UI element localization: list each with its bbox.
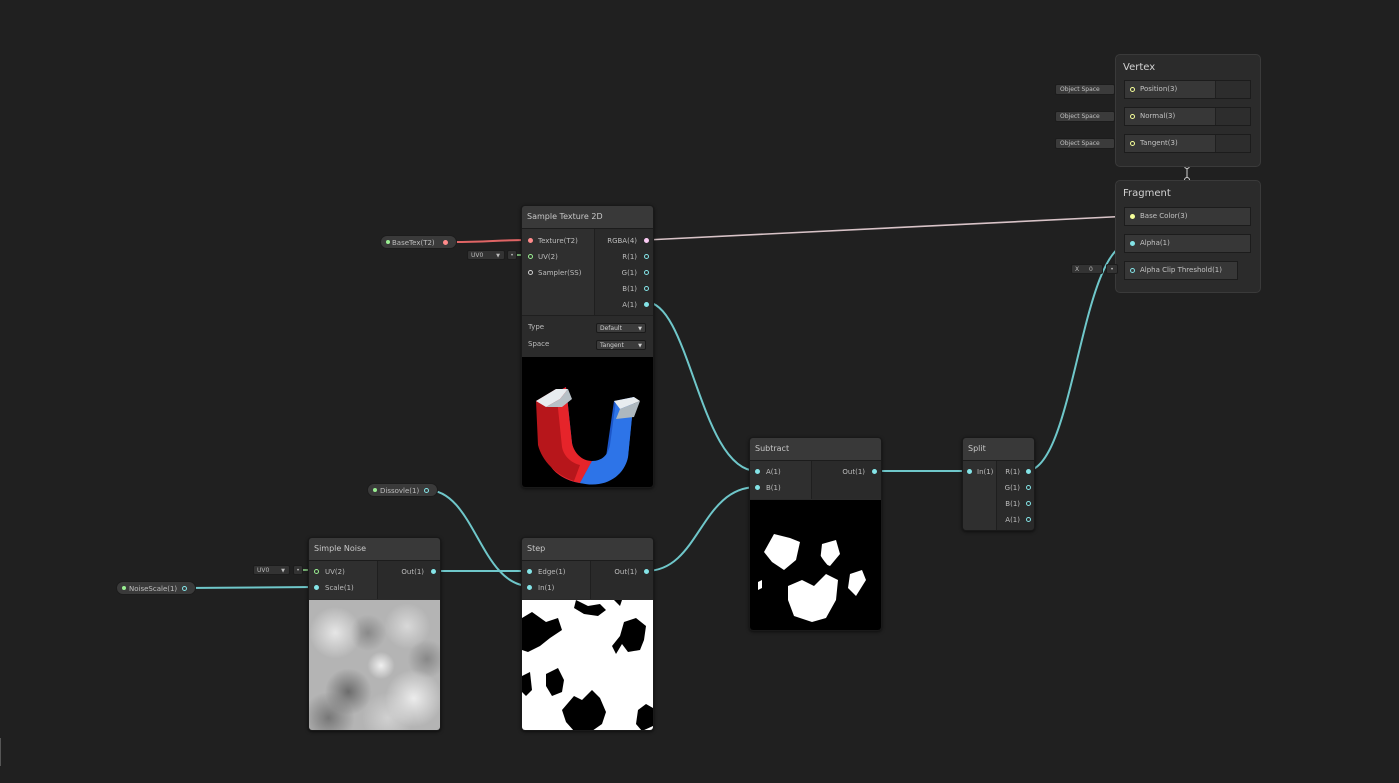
b-output-port[interactable]: B(1) <box>595 283 653 295</box>
split-node[interactable]: Split In(1) R(1) G(1) B(1) A(1) <box>962 437 1035 531</box>
noise-uv-channel-dropdown[interactable]: UV0 ▼ <box>253 565 290 575</box>
space-dropdown[interactable]: Tangent ▼ <box>596 340 646 350</box>
tangent-space-field[interactable]: Object Space <box>1055 138 1115 149</box>
subtract-node[interactable]: Subtract A(1) B(1) Out(1) <box>749 437 882 631</box>
position-label: Position(3) <box>1140 85 1178 93</box>
vertex-context[interactable]: Vertex Position(3) Normal(3) Tangent(3) <box>1115 54 1261 167</box>
fragment-context[interactable]: Fragment Base Color(3) Alpha(1) Alpha Cl… <box>1115 180 1261 293</box>
position-space-field[interactable]: Object Space <box>1055 84 1115 95</box>
alpha-clip-threshold-field[interactable]: X 0 <box>1071 264 1103 274</box>
dissolve-output-port[interactable] <box>424 487 429 493</box>
alpha-port[interactable] <box>1130 241 1135 246</box>
tangent-port[interactable] <box>1130 141 1135 146</box>
wire-rgba-basecolor <box>645 215 1132 241</box>
basetex-property[interactable]: BaseTex(T2) <box>380 235 457 249</box>
fragment-title: Fragment <box>1123 188 1171 199</box>
subtract-preview <box>750 500 881 630</box>
base-color-label: Base Color(3) <box>1140 212 1188 220</box>
normal-label: Normal(3) <box>1140 112 1176 120</box>
split-a-port[interactable]: A(1) <box>997 514 1034 526</box>
split-in-port[interactable]: In(1) <box>963 466 996 478</box>
step-preview <box>522 600 653 730</box>
normal-port[interactable] <box>1130 114 1135 119</box>
uv-input-port[interactable]: UV(2) <box>522 251 594 263</box>
r-output-port[interactable]: R(1) <box>595 251 653 263</box>
dissolve-property[interactable]: Dissovle(1) <box>367 483 438 497</box>
step-out-port[interactable]: Out(1) <box>591 566 653 578</box>
tangent-slot[interactable]: Tangent(3) <box>1124 134 1251 153</box>
subtract-a-input-port[interactable]: A(1) <box>750 466 811 478</box>
step-edge-input-port[interactable]: Edge(1) <box>522 566 590 578</box>
wire-step-subtract <box>645 486 758 572</box>
alpha-clip-label: Alpha Clip Threshold(1) <box>1140 266 1222 274</box>
position-slot[interactable]: Position(3) <box>1124 80 1251 99</box>
type-dropdown[interactable]: Default ▼ <box>596 323 646 333</box>
noise-uv-input-port[interactable]: UV(2) <box>309 566 377 578</box>
wire-alpha-subtract <box>645 301 758 472</box>
magnet-icon <box>536 387 640 485</box>
step-node[interactable]: Step Edge(1) In(1) Out(1) <box>521 537 654 731</box>
split-r-port[interactable]: R(1) <box>997 466 1034 478</box>
subtract-title: Subtract <box>750 438 881 461</box>
sample-texture-title: Sample Texture 2D <box>522 206 653 229</box>
tangent-label: Tangent(3) <box>1140 139 1178 147</box>
type-label: Type <box>528 323 545 331</box>
simple-noise-preview <box>309 600 440 730</box>
alpha-clip-port[interactable] <box>1130 268 1135 273</box>
noisescale-output-port[interactable] <box>182 585 187 591</box>
sample-texture-2d-node[interactable]: Sample Texture 2D Texture(T2) UV(2) Samp… <box>521 205 654 488</box>
g-output-port[interactable]: G(1) <box>595 267 653 279</box>
normal-slot[interactable]: Normal(3) <box>1124 107 1251 126</box>
base-color-port[interactable] <box>1130 214 1135 219</box>
position-port[interactable] <box>1130 87 1135 92</box>
noise-out-port[interactable]: Out(1) <box>378 566 440 578</box>
noise-uv-port-box[interactable]: • <box>293 565 303 575</box>
a-output-port[interactable]: A(1) <box>595 299 653 311</box>
split-title: Split <box>963 438 1034 461</box>
alpha-clip-slot[interactable]: Alpha Clip Threshold(1) <box>1124 261 1238 280</box>
normal-space-field[interactable]: Object Space <box>1055 111 1115 122</box>
chevron-down-icon: ▼ <box>496 253 500 259</box>
vertex-title: Vertex <box>1123 62 1156 73</box>
subtract-out-port[interactable]: Out(1) <box>812 466 881 478</box>
split-g-port[interactable]: G(1) <box>997 482 1034 494</box>
chevron-down-icon: ▼ <box>638 326 642 332</box>
alpha-slot[interactable]: Alpha(1) <box>1124 234 1251 253</box>
sample-uv-channel-dropdown[interactable]: UV0 ▼ <box>467 250 505 260</box>
sampler-input-port[interactable]: Sampler(SS) <box>522 267 594 279</box>
space-label: Space <box>528 340 550 348</box>
step-in-input-port[interactable]: In(1) <box>522 582 590 594</box>
noise-scale-input-port[interactable]: Scale(1) <box>309 582 377 594</box>
alpha-clip-threshold-port-box[interactable]: • <box>1106 264 1118 274</box>
simple-noise-node[interactable]: Simple Noise UV(2) Scale(1) Out(1) <box>308 537 441 731</box>
base-color-slot[interactable]: Base Color(3) <box>1124 207 1251 226</box>
simple-noise-title: Simple Noise <box>309 538 440 561</box>
sample-uv-port-box[interactable]: • <box>507 250 517 260</box>
canvas-edge-marker <box>0 738 1 766</box>
split-b-port[interactable]: B(1) <box>997 498 1034 510</box>
texture-input-port[interactable]: Texture(T2) <box>522 235 594 247</box>
chevron-down-icon: ▼ <box>281 568 285 574</box>
wire-noisescale-scale <box>184 586 317 589</box>
subtract-b-input-port[interactable]: B(1) <box>750 482 811 494</box>
rgba-output-port[interactable]: RGBA(4) <box>595 235 653 247</box>
noisescale-property[interactable]: NoiseScale(1) <box>116 581 196 595</box>
chevron-down-icon: ▼ <box>638 343 642 349</box>
alpha-label: Alpha(1) <box>1140 239 1170 247</box>
step-title: Step <box>522 538 653 561</box>
wire-basetex-texture <box>451 239 531 243</box>
basetex-output-port[interactable] <box>443 239 448 245</box>
sample-texture-preview <box>522 357 653 487</box>
